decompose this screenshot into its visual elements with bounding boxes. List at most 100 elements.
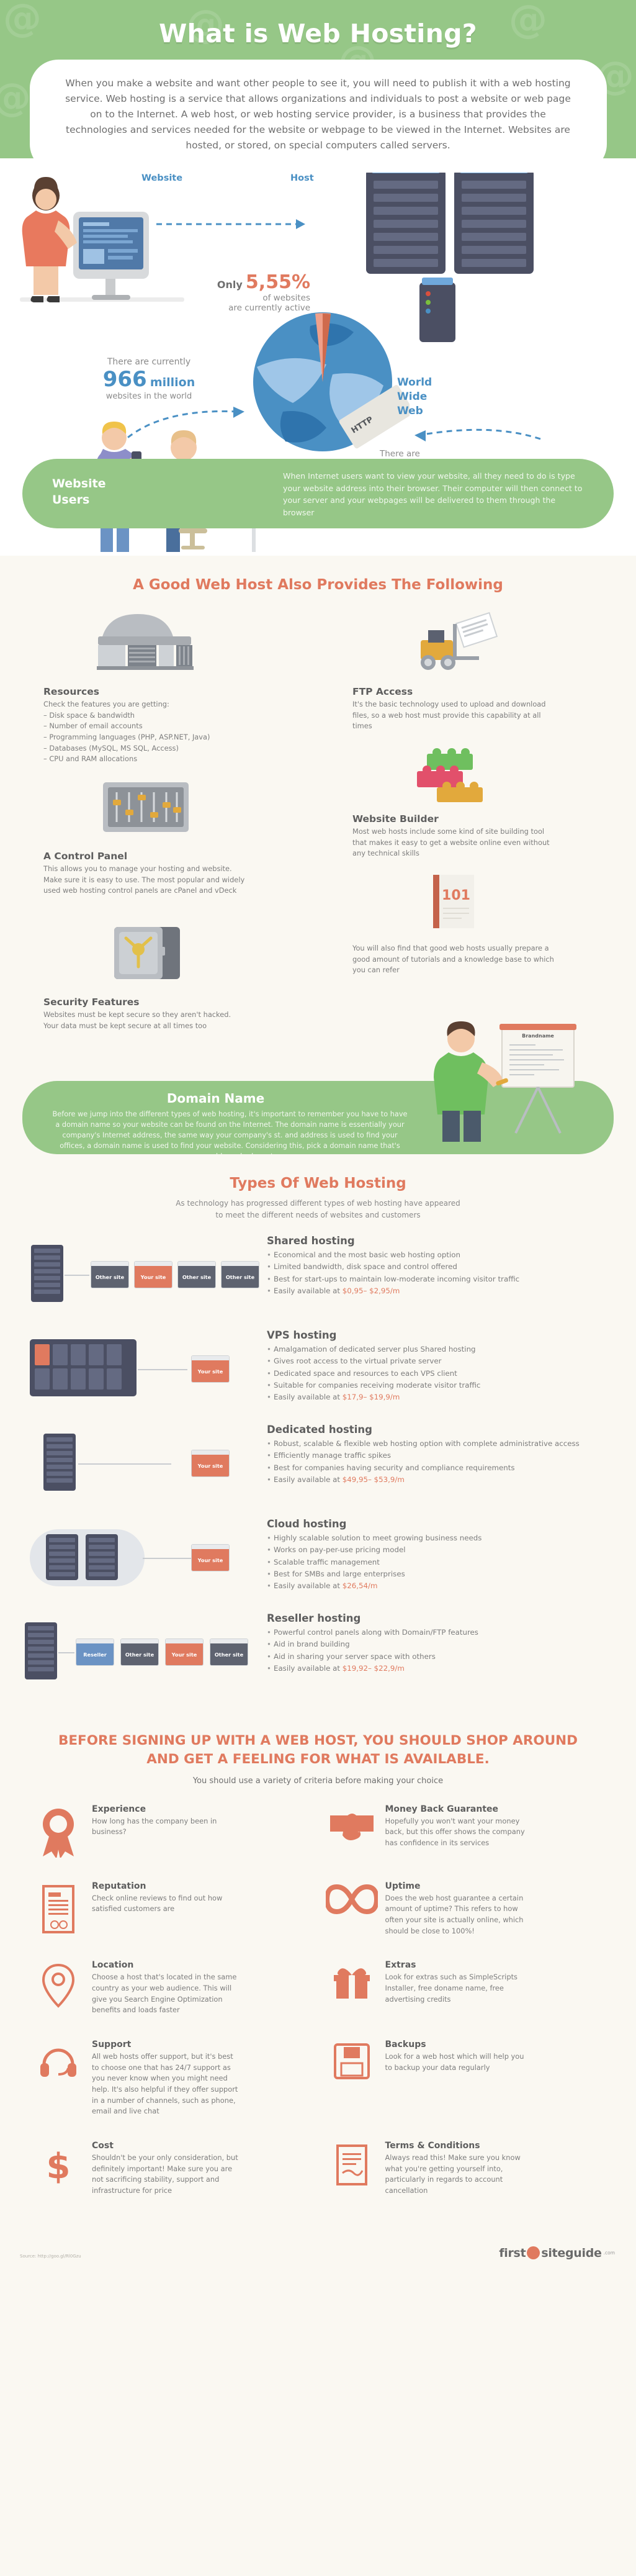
connector-line xyxy=(58,1652,74,1654)
criteria-text-block: Reputation Check online reviews to find … xyxy=(92,1881,240,1915)
handshake-icon xyxy=(318,1804,385,1845)
stat-active-value: 5,55% xyxy=(245,271,310,293)
provides-title: A Good Web Host Also Provides The Follow… xyxy=(133,577,503,593)
feature-resources-list: Disk space & bandwidth Number of email a… xyxy=(43,710,248,765)
server-icon xyxy=(46,1534,78,1581)
list-item: Efficiently manage traffic spikes xyxy=(267,1450,611,1462)
page-title: What is Web Hosting? xyxy=(159,19,477,48)
list-item: Suitable for companies receiving moderat… xyxy=(267,1380,611,1391)
feature-website-builder-title: Website Builder xyxy=(352,813,439,825)
headset-support-icon xyxy=(25,2040,92,2083)
criteria-title: Cost xyxy=(92,2141,114,2151)
list-item: Best for SMBs and large enterprises xyxy=(267,1568,611,1580)
list-item: Limited bandwidth, disk space and contro… xyxy=(267,1261,611,1273)
brand-logo[interactable]: first site guide .com xyxy=(499,2246,615,2260)
criteria-desc: Look for a web host which will help you … xyxy=(385,2052,524,2072)
hosting-reseller-title: Reseller hosting xyxy=(267,1612,361,1625)
stat-sites-prefix: There are currently xyxy=(107,357,191,367)
hosting-dedicated-bullets: Robust, scalable & flexible web hosting … xyxy=(267,1438,611,1486)
price-value: $26,54/m xyxy=(342,1581,378,1590)
svg-text:$: $ xyxy=(47,2146,71,2187)
map-pin-icon xyxy=(25,1960,92,2010)
stat-sites-line: 966 million xyxy=(74,367,223,392)
feature-control-panel-text: This allows you to manage your hosting a… xyxy=(43,864,245,895)
list-item: Disk space & bandwidth xyxy=(43,710,248,721)
list-item: Dedicated space and resources to each VP… xyxy=(267,1368,611,1380)
criteria-item-extras: Extras Look for extras such as SimpleScr… xyxy=(318,1960,612,2016)
server-icon xyxy=(86,1534,118,1581)
list-item: Works on pay-per-use pricing model xyxy=(267,1544,611,1556)
hosting-vps-bullets: Amalgamation of dedicated server plus Sh… xyxy=(267,1344,611,1403)
criteria-item-backups: Backups Look for a web host which will h… xyxy=(318,2040,612,2117)
criteria-subtitle: You should use a variety of criteria bef… xyxy=(192,1776,444,1786)
criteria-text-block: Support All web hosts offer support, but… xyxy=(92,2040,240,2117)
woman-monitor-illustration xyxy=(20,177,184,302)
list-item: Economical and the most basic web hostin… xyxy=(267,1249,611,1261)
site-box: Your site xyxy=(134,1261,172,1289)
criteria-title: Experience xyxy=(92,1804,146,1814)
domain-name-band: Domain Name Before we jump into the diff… xyxy=(22,1021,614,1160)
hero-section: @ @ @ @ @ @ @ What is Web Hosting? When … xyxy=(0,0,636,556)
criteria-title: Location xyxy=(92,1960,134,1971)
ribbon-award-icon xyxy=(25,1804,92,1858)
gift-icon xyxy=(318,1960,385,2001)
criteria-item-money-back: Money Back Guarantee Hopefully you won't… xyxy=(318,1804,612,1858)
list-item: Best for start-ups to maintain low-moder… xyxy=(267,1273,611,1285)
types-section: Types Of Web Hosting As technology has p… xyxy=(0,1154,636,1707)
infinity-icon xyxy=(318,1881,385,1915)
criteria-section: BEFORE SIGNING UP WITH A WEB HOST, YOU S… xyxy=(0,1707,636,2269)
list-item: Robust, scalable & flexible web hosting … xyxy=(267,1438,611,1450)
criteria-title: Uptime xyxy=(385,1881,421,1891)
stat-sites-value: 966 xyxy=(102,367,147,392)
criteria-desc: Does the web host guarantee a certain am… xyxy=(385,1893,524,1935)
price-value: $19,92– $22,9/m xyxy=(342,1663,405,1673)
brand-second: site xyxy=(541,2246,565,2260)
source-link[interactable]: Source: http://goo.gl/Rl0Gzu xyxy=(20,2254,81,2259)
criteria-desc: Check online reviews to find out how sat… xyxy=(92,1893,223,1914)
list-item: Programming languages (PHP, ASP.NET, Jav… xyxy=(43,732,248,743)
criteria-desc: How long has the company been in busines… xyxy=(92,1816,217,1837)
feature-security-text: Websites must be kept secure so they are… xyxy=(43,1010,231,1030)
list-item: Powerful control panels along with Domai… xyxy=(267,1627,611,1638)
list-item: Aid in brand building xyxy=(267,1638,611,1650)
stat-active-websites: Only 5,55% of websites are currently act… xyxy=(186,271,310,313)
connector-line xyxy=(78,1463,171,1465)
website-users-title: Website Users xyxy=(52,477,106,507)
criteria-text-block: Extras Look for extras such as SimpleScr… xyxy=(385,1960,533,2005)
list-item: Aid in sharing your server space with ot… xyxy=(267,1651,611,1663)
label-world-wide-web: World Wide Web xyxy=(397,376,432,417)
feature-control-panel-title: A Control Panel xyxy=(43,851,128,862)
reseller-hosting-diagram: Reseller Other site Your site Other site xyxy=(19,1617,254,1692)
server-tower-icon xyxy=(419,278,455,342)
criteria-desc: Always read this! Make sure you know wha… xyxy=(385,2153,521,2195)
hosting-type-shared: Other site Your site Other site Other si… xyxy=(0,1235,636,1329)
stat-active-prefix: Only xyxy=(217,279,243,291)
shared-hosting-diagram: Other site Your site Other site Other si… xyxy=(19,1240,259,1314)
price-value: $17,9– $19,9/m xyxy=(342,1392,400,1401)
server-icon xyxy=(43,1434,76,1491)
man-whiteboard-illustration: Brandname xyxy=(434,1021,576,1142)
safe-vault-icon xyxy=(114,927,180,979)
site-box: Other site xyxy=(177,1261,216,1289)
hosting-vps-title: VPS hosting xyxy=(267,1329,337,1342)
list-item: Amalgamation of dedicated server plus Sh… xyxy=(267,1344,611,1355)
server-rack-illustration xyxy=(366,165,534,274)
criteria-text-block: Money Back Guarantee Hopefully you won't… xyxy=(385,1804,533,1849)
hosting-type-dedicated: Your site Dedicated hosting Robust, scal… xyxy=(0,1424,636,1518)
site-box: Your site xyxy=(191,1355,230,1383)
list-item: Highly scalable solution to meet growing… xyxy=(267,1532,611,1544)
hosting-shared-bullets: Economical and the most basic web hostin… xyxy=(267,1249,611,1297)
site-box: Your site xyxy=(191,1544,230,1572)
hosting-shared-title: Shared hosting xyxy=(267,1235,355,1247)
lego-blocks-icon xyxy=(417,748,483,802)
criteria-item-location: Location Choose a host that's located in… xyxy=(25,1960,318,2016)
criteria-item-terms: Terms & Conditions Always read this! Mak… xyxy=(318,2141,612,2197)
connector-line xyxy=(65,1275,89,1277)
list-item-price: Easily available at $19,92– $22,9/m xyxy=(267,1663,611,1674)
infographic-page: @ @ @ @ @ @ @ What is Web Hosting? When … xyxy=(0,0,636,2269)
provides-section: A Good Web Host Also Provides The Follow… xyxy=(0,556,636,1081)
board-keyword: Brandname xyxy=(522,1033,554,1039)
stat-pages-prefix: There are xyxy=(380,449,420,459)
site-box: Your site xyxy=(165,1638,204,1666)
criteria-title: Backups xyxy=(385,2040,426,2050)
